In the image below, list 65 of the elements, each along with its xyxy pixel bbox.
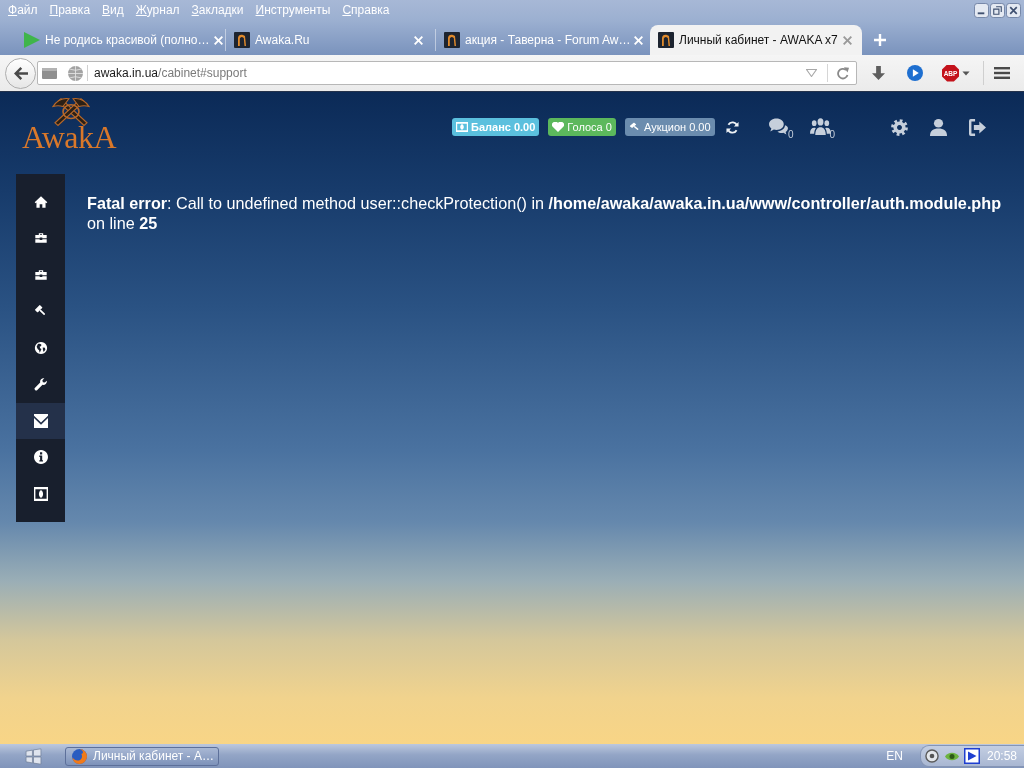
- tab[interactable]: Awaka.Ru: [228, 25, 433, 55]
- menu-icon[interactable]: [994, 67, 1010, 79]
- box-icon[interactable]: [42, 67, 57, 79]
- refresh-icon[interactable]: [725, 120, 739, 134]
- close-icon[interactable]: [634, 35, 644, 45]
- favicon-icon: [234, 32, 250, 48]
- user-icon[interactable]: [930, 119, 947, 136]
- taskbar-button[interactable]: Личный кабинет - А…: [65, 746, 219, 766]
- menu-item[interactable]: Журнал: [130, 1, 185, 19]
- favicon-icon: [658, 32, 674, 48]
- reload-icon[interactable]: [837, 66, 850, 80]
- briefcase-icon: [33, 231, 48, 246]
- windows-logo-icon[interactable]: [25, 747, 42, 765]
- auction-button[interactable]: Аукцион 0.00: [624, 118, 715, 136]
- sidebar-item[interactable]: [16, 402, 65, 439]
- balance-button[interactable]: Баланс 0.00: [452, 118, 540, 136]
- menu-item[interactable]: Закладки: [186, 1, 249, 19]
- banknote-icon: [33, 486, 48, 501]
- download-icon[interactable]: [872, 66, 885, 80]
- home-icon: [33, 194, 48, 209]
- url-field[interactable]: awaka.in.ua/cabinet#support: [94, 64, 806, 82]
- info-icon: [33, 450, 48, 465]
- menu-item[interactable]: Инструменты: [250, 1, 336, 19]
- gavel-icon: [628, 122, 641, 132]
- briefcase-icon: [33, 267, 48, 282]
- menu-item[interactable]: Правка: [44, 1, 96, 19]
- menu-item[interactable]: Вид: [97, 1, 129, 19]
- minimize-icon[interactable]: [974, 2, 989, 18]
- tab[interactable]: акция - Таверна - Forum Aw…: [438, 25, 643, 55]
- menu-item[interactable]: Файл: [3, 1, 43, 19]
- banknote-icon: [456, 122, 468, 132]
- back-button[interactable]: [5, 57, 36, 89]
- plus-icon[interactable]: [874, 34, 886, 46]
- globe-icon: [33, 340, 48, 355]
- close-icon[interactable]: [414, 35, 423, 45]
- clock: 20:58: [987, 749, 1018, 763]
- play-icon[interactable]: [964, 748, 980, 764]
- chat-bubbles-icon: [768, 118, 789, 135]
- close-icon[interactable]: [213, 35, 223, 45]
- favicon-icon: [444, 32, 460, 48]
- caret-icon[interactable]: [962, 70, 970, 76]
- firefox-icon: [72, 748, 87, 764]
- messages-button[interactable]: 0: [768, 118, 794, 140]
- crossed-axes-icon: [52, 97, 90, 128]
- logout-icon[interactable]: [969, 119, 986, 136]
- heart-icon: [552, 122, 565, 132]
- disc-icon[interactable]: [925, 749, 939, 763]
- menu-item[interactable]: Справка: [337, 1, 395, 19]
- play-circle-icon[interactable]: [907, 65, 923, 81]
- settings-icon[interactable]: [891, 119, 908, 136]
- eye-icon[interactable]: [945, 751, 959, 761]
- play-icon: [24, 32, 40, 48]
- tab[interactable]: Не родись красивой (полно…: [18, 25, 223, 55]
- users-icon: [809, 118, 831, 135]
- error-message: Fatal error: Call to undefined method user::checkProtection() in /home/awaka/awaka.in.ua/www/controller/auth.module.php on line 25: [87, 193, 1003, 233]
- users-button[interactable]: 0: [809, 118, 836, 140]
- wrench-icon: [33, 377, 48, 392]
- logo-text[interactable]: AwakA: [22, 119, 117, 155]
- arrow-icon: [13, 66, 28, 80]
- restore-icon[interactable]: [990, 2, 1005, 18]
- envelope-icon: [33, 413, 48, 428]
- language-indicator[interactable]: EN: [886, 749, 903, 763]
- close-icon[interactable]: [1006, 2, 1021, 18]
- votes-button[interactable]: Голоса 0: [548, 118, 616, 136]
- tab[interactable]: Личный кабинет - AWAKA x7: [650, 25, 862, 55]
